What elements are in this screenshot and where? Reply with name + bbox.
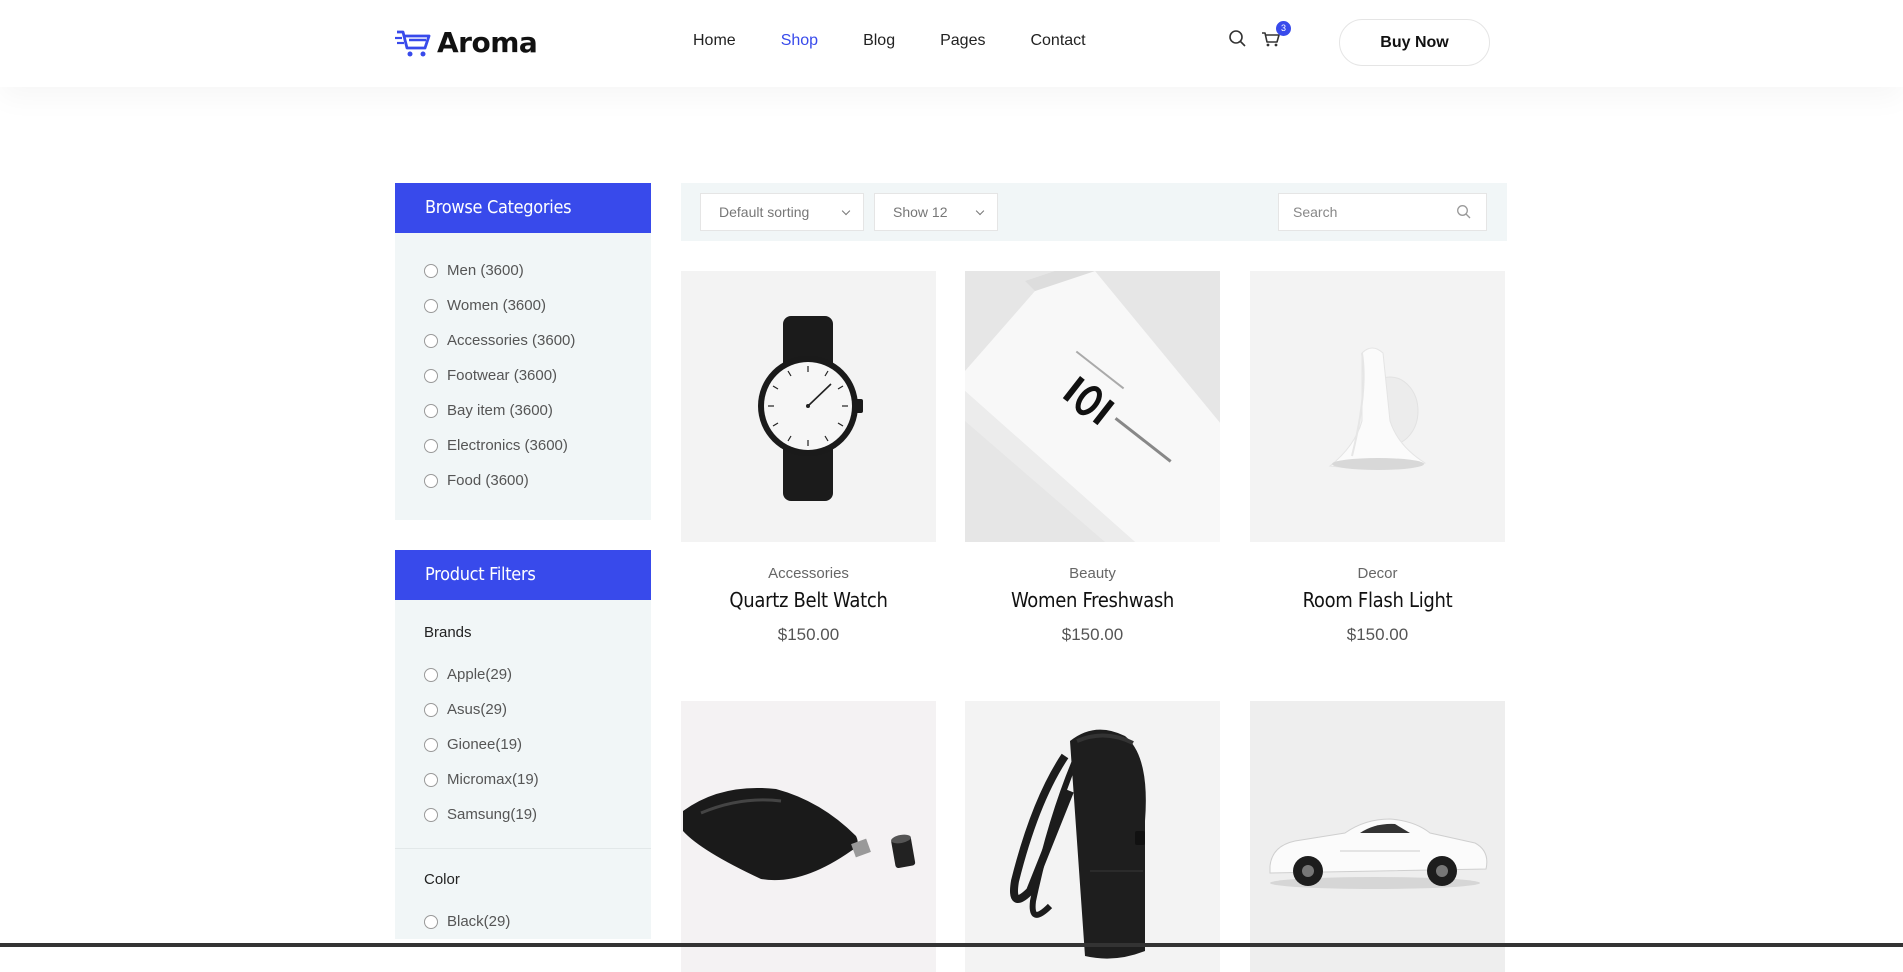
product-image-backpack[interactable]: [965, 701, 1220, 972]
category-label: Food (3600): [447, 472, 529, 489]
product-image-tube[interactable]: [965, 271, 1220, 542]
product-name[interactable]: Room Flash Light: [1250, 588, 1505, 612]
product-card[interactable]: [681, 701, 936, 972]
sidebar: Browse Categories Men (3600) Women (3600…: [395, 183, 651, 939]
color-label: Black(29): [447, 913, 511, 930]
category-item-electronics[interactable]: Electronics (3600): [424, 428, 651, 463]
main-nav: Home Shop Blog Pages Contact: [693, 31, 1131, 51]
radio-button[interactable]: [424, 263, 438, 278]
brand-label: Samsung(19): [447, 806, 538, 823]
brand-logo[interactable]: Aroma: [395, 26, 538, 59]
watch-image: [681, 271, 936, 542]
product-search: [1278, 193, 1487, 231]
nav-home[interactable]: Home: [693, 31, 736, 51]
product-price: $150.00: [1061, 625, 1124, 644]
nav-contact[interactable]: Contact: [1030, 31, 1085, 51]
bottom-edge: [0, 943, 1903, 947]
site-header: Aroma Home Shop Blog Pages Contact 3 Buy…: [0, 0, 1903, 87]
radio-button[interactable]: [424, 298, 438, 313]
radio-button[interactable]: [424, 737, 438, 752]
nav-blog[interactable]: Blog: [863, 31, 895, 51]
category-item-bay-item[interactable]: Bay item (3600): [424, 393, 651, 428]
product-category: Beauty: [1069, 565, 1116, 582]
category-item-men[interactable]: Men (3600): [424, 253, 651, 288]
search-icon[interactable]: [1456, 204, 1472, 220]
brand-name: Aroma: [437, 26, 538, 59]
category-label: Women (3600): [447, 297, 546, 314]
product-card[interactable]: [1250, 701, 1505, 972]
product-image-flask[interactable]: [681, 701, 936, 972]
car-image: [1250, 701, 1505, 972]
browse-categories-title: Browse Categories: [395, 183, 651, 233]
show-count-select[interactable]: Show 12: [874, 193, 998, 231]
radio-button[interactable]: [424, 438, 438, 453]
radio-button[interactable]: [424, 702, 438, 717]
brand-item-asus[interactable]: Asus(29): [424, 692, 651, 727]
brand-item-samsung[interactable]: Samsung(19): [424, 797, 651, 832]
chevron-down-icon: [841, 206, 851, 216]
category-label: Electronics (3600): [447, 437, 568, 454]
cart-count-badge: 3: [1276, 21, 1291, 36]
shop-toolbar: Default sorting Show 12: [681, 183, 1507, 241]
sorting-value: Default sorting: [719, 204, 810, 220]
brand-item-micromax[interactable]: Micromax(19): [424, 762, 651, 797]
category-label: Footwear (3600): [447, 367, 558, 384]
brands-title: Brands: [424, 624, 472, 641]
product-image-lamp[interactable]: [1250, 271, 1505, 542]
brand-label: Asus(29): [447, 701, 508, 718]
product-name[interactable]: Women Freshwash: [965, 588, 1220, 612]
product-card[interactable]: Accessories Quartz Belt Watch $150.00: [681, 271, 936, 645]
category-item-footwear[interactable]: Footwear (3600): [424, 358, 651, 393]
brand-item-apple[interactable]: Apple(29): [424, 657, 651, 692]
nav-shop[interactable]: Shop: [781, 31, 818, 51]
product-card[interactable]: Beauty Women Freshwash $150.00: [965, 271, 1220, 645]
category-item-food[interactable]: Food (3600): [424, 463, 651, 498]
chevron-down-icon: [975, 206, 985, 216]
radio-button[interactable]: [424, 368, 438, 383]
color-filter: Color Black(29): [395, 849, 651, 939]
color-item-black[interactable]: Black(29): [424, 904, 651, 939]
radio-button[interactable]: [424, 807, 438, 822]
product-image-watch[interactable]: [681, 271, 936, 542]
radio-button[interactable]: [424, 333, 438, 348]
backpack-image: [965, 701, 1220, 972]
radio-button[interactable]: [424, 914, 438, 929]
filter-divider-wrap: [395, 832, 651, 849]
radio-button[interactable]: [424, 772, 438, 787]
nav-pages[interactable]: Pages: [940, 31, 985, 51]
category-list: Men (3600) Women (3600) Accessories (360…: [395, 233, 651, 520]
tube-image: [965, 271, 1220, 542]
show-count-value: Show 12: [893, 204, 948, 220]
sorting-select[interactable]: Default sorting: [700, 193, 864, 231]
product-category: Accessories: [768, 565, 849, 582]
search-icon[interactable]: [1227, 28, 1249, 50]
brand-item-gionee[interactable]: Gionee(19): [424, 727, 651, 762]
category-item-women[interactable]: Women (3600): [424, 288, 651, 323]
lamp-image: [1250, 271, 1505, 542]
brand-label: Gionee(19): [447, 736, 523, 753]
product-card[interactable]: [965, 701, 1220, 972]
color-title: Color: [424, 871, 460, 888]
product-image-car[interactable]: [1250, 701, 1505, 972]
brand-label: Micromax(19): [447, 771, 539, 788]
category-item-accessories[interactable]: Accessories (3600): [424, 323, 651, 358]
category-label: Bay item (3600): [447, 402, 553, 419]
category-label: Accessories (3600): [447, 332, 576, 349]
brands-filter: Brands Apple(29) Asus(29) Gionee(19) Mic…: [395, 600, 651, 832]
product-price: $150.00: [777, 625, 840, 644]
radio-button[interactable]: [424, 473, 438, 488]
radio-button[interactable]: [424, 403, 438, 418]
brand-label: Apple(29): [447, 666, 513, 683]
flask-image: [681, 701, 936, 972]
product-filters-title: Product Filters: [395, 550, 651, 600]
radio-button[interactable]: [424, 667, 438, 682]
category-label: Men (3600): [447, 262, 524, 279]
cart-logo-icon: [395, 30, 431, 56]
search-input[interactable]: [1279, 194, 1439, 230]
buy-now-button[interactable]: Buy Now: [1339, 19, 1490, 66]
product-price: $150.00: [1346, 625, 1409, 644]
product-card[interactable]: Decor Room Flash Light $150.00: [1250, 271, 1505, 645]
product-name[interactable]: Quartz Belt Watch: [681, 588, 936, 612]
product-category: Decor: [1357, 565, 1398, 582]
